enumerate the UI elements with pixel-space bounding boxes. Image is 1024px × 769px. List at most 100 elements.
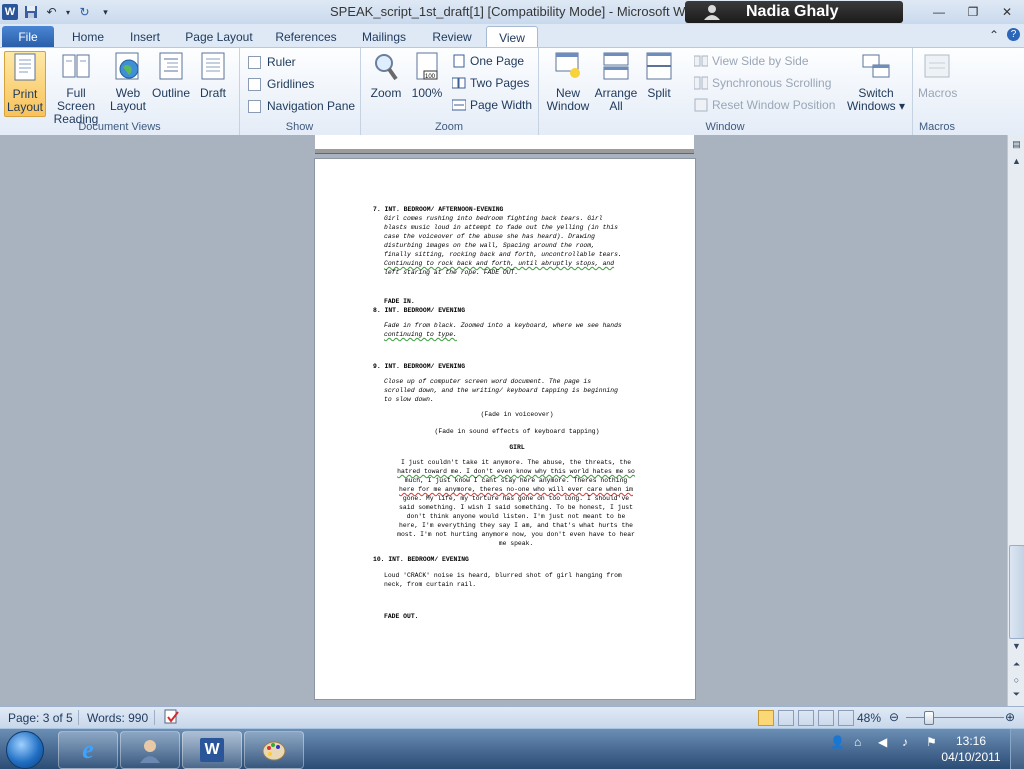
gridlines-checkbox-box[interactable] xyxy=(248,77,261,91)
outline-icon xyxy=(156,51,186,83)
taskbar-paint[interactable] xyxy=(244,731,304,769)
dialogue-line: here for me anymore, theres no-one who w… xyxy=(399,486,633,493)
tray-volume-icon[interactable]: ♪ xyxy=(902,735,918,751)
save-icon[interactable] xyxy=(22,4,39,21)
arrange-all-button[interactable]: Arrange All xyxy=(594,51,638,113)
full-screen-reading-button[interactable]: Full Screen Reading xyxy=(48,51,104,126)
close-button[interactable]: ✕ xyxy=(990,0,1024,24)
scene-7-line: Continuing to rock back and forth, until… xyxy=(384,260,615,267)
tab-mailings[interactable]: Mailings xyxy=(352,26,416,47)
zoom-slider[interactable] xyxy=(906,717,1004,718)
tray-network-icon[interactable]: ⌂ xyxy=(854,735,870,751)
taskbar-user-app[interactable] xyxy=(120,731,180,769)
tab-view[interactable]: View xyxy=(486,26,538,48)
synchronous-scrolling-button[interactable]: Synchronous Scrolling xyxy=(693,76,831,90)
taskbar-microsoft-word[interactable]: W xyxy=(182,731,242,769)
scroll-down-button[interactable]: ▼ xyxy=(1009,638,1024,653)
dialogue-line: gone. My life, my torture has gone on to… xyxy=(402,495,630,502)
user-account-badge[interactable]: Nadia Ghaly xyxy=(685,1,903,23)
document-page[interactable]: 7. INT. BEDROOM/ AFTERNOON-EVENING Girl … xyxy=(315,159,695,699)
sync-scrolling-icon xyxy=(693,76,709,90)
show-desktop-button[interactable] xyxy=(1010,729,1024,769)
outline-label: Outline xyxy=(151,86,191,100)
scroll-up-button[interactable]: ▲ xyxy=(1009,153,1024,168)
scene-9-line: scrolled down, and the writing/ keyboard… xyxy=(384,387,618,394)
zoom-slider-knob[interactable] xyxy=(924,711,934,725)
help-icon[interactable]: ? xyxy=(1007,28,1020,41)
new-window-button[interactable]: New Window xyxy=(544,51,592,113)
navigation-pane-checkbox[interactable]: Navigation Pane xyxy=(248,99,355,113)
zoom-100-button[interactable]: 100 100% xyxy=(410,51,444,100)
draft-icon xyxy=(198,51,228,83)
start-button[interactable] xyxy=(6,731,44,769)
tab-review[interactable]: Review xyxy=(424,26,480,47)
tab-home[interactable]: Home xyxy=(60,26,116,47)
page-count[interactable]: Page: 3 of 5 xyxy=(8,711,73,725)
zoom-button[interactable]: Zoom xyxy=(368,51,404,100)
scene-8-line: continuing to type. xyxy=(384,331,457,338)
word-app-icon[interactable]: W xyxy=(2,4,18,20)
scroll-thumb[interactable] xyxy=(1009,545,1024,639)
print-layout-view-icon[interactable] xyxy=(758,710,774,726)
fade-in-transition: FADE IN. xyxy=(384,298,415,305)
customize-qat-icon[interactable]: ▾ xyxy=(97,4,114,21)
split-button[interactable]: Split xyxy=(644,51,674,100)
minimize-ribbon-icon[interactable]: ⌃ xyxy=(989,28,999,42)
ruler-toggle-icon[interactable]: ▤ xyxy=(1009,137,1024,152)
ruler-checkbox-box[interactable] xyxy=(248,55,261,69)
zoom-out-button[interactable]: ⊖ xyxy=(889,710,899,724)
group-label-document-views: Document Views xyxy=(78,121,161,133)
redo-icon[interactable]: ↻ xyxy=(76,4,93,21)
taskbar-internet-explorer[interactable]: e xyxy=(58,731,118,769)
scene-9-line: to slow down. xyxy=(384,396,434,403)
vertical-scrollbar[interactable]: ▤ ▲ ▼ ⏶ ○ ⏷ xyxy=(1007,135,1024,706)
tab-page-layout[interactable]: Page Layout xyxy=(178,26,260,47)
proofing-icon[interactable] xyxy=(163,709,181,728)
restore-button[interactable]: ❐ xyxy=(956,0,990,24)
page-width-button[interactable]: Page Width xyxy=(451,98,532,112)
document-area[interactable]: 7. INT. BEDROOM/ AFTERNOON-EVENING Girl … xyxy=(0,135,1007,706)
tray-user-icon[interactable]: 👤 xyxy=(830,735,846,751)
taskbar-clock[interactable]: 13:16 04/10/2011 xyxy=(936,733,1006,765)
zoom-in-button[interactable]: ⊕ xyxy=(1005,710,1015,724)
navigation-pane-checkbox-box[interactable] xyxy=(248,99,261,113)
next-page-button[interactable]: ⏷ xyxy=(1009,687,1024,702)
two-pages-button[interactable]: Two Pages xyxy=(451,76,529,90)
scene-7-heading: 7. INT. BEDROOM/ AFTERNOON-EVENING xyxy=(373,206,504,213)
scene-8-line: Fade in from black. Zoomed into a keyboa… xyxy=(384,322,622,329)
zoom-level[interactable]: 48% xyxy=(857,711,881,725)
previous-page-button[interactable]: ⏶ xyxy=(1009,657,1024,672)
view-side-by-side-button[interactable]: View Side by Side xyxy=(693,54,809,68)
undo-icon[interactable]: ↶ xyxy=(43,4,60,21)
print-layout-button[interactable]: Print Layout xyxy=(4,51,46,117)
one-page-button[interactable]: One Page xyxy=(452,54,524,68)
tray-speaker-icon[interactable]: ◀ xyxy=(878,735,894,751)
tab-insert[interactable]: Insert xyxy=(120,26,170,47)
full-screen-view-icon[interactable] xyxy=(778,710,794,726)
undo-dropdown-icon[interactable]: ▾ xyxy=(64,4,72,21)
scene-7-line: left staring at the rope. FADE OUT. xyxy=(384,269,519,276)
tab-file[interactable]: File xyxy=(2,26,54,47)
outline-button[interactable]: Outline xyxy=(150,51,192,100)
outline-view-icon[interactable] xyxy=(818,710,834,726)
reset-window-position-button[interactable]: Reset Window Position xyxy=(694,98,835,112)
draft-view-icon[interactable] xyxy=(838,710,854,726)
ribbon-right-controls: ⌃ ? xyxy=(989,28,1020,42)
web-layout-button[interactable]: Web Layout xyxy=(108,51,148,113)
gridlines-checkbox[interactable]: Gridlines xyxy=(248,77,314,91)
minimize-button[interactable]: — xyxy=(922,0,956,24)
select-browse-object-button[interactable]: ○ xyxy=(1009,672,1024,687)
scene-7-line: disturbing images on the wall, Spacing a… xyxy=(384,242,595,249)
macros-button[interactable]: Macros xyxy=(918,51,957,100)
tab-references[interactable]: References xyxy=(268,26,344,47)
user-name: Nadia Ghaly xyxy=(746,3,839,20)
switch-windows-button[interactable]: Switch Windows ▾ xyxy=(846,51,906,113)
ruler-checkbox[interactable]: Ruler xyxy=(248,55,296,69)
web-layout-view-icon[interactable] xyxy=(798,710,814,726)
globe-icon xyxy=(113,51,143,83)
print-layout-icon xyxy=(10,52,40,84)
full-screen-label-1: Full Screen xyxy=(56,86,96,113)
draft-button[interactable]: Draft xyxy=(195,51,231,100)
word-count[interactable]: Words: 990 xyxy=(87,711,148,725)
dialogue-line: here, I'm everything they say I am, and … xyxy=(399,522,633,529)
